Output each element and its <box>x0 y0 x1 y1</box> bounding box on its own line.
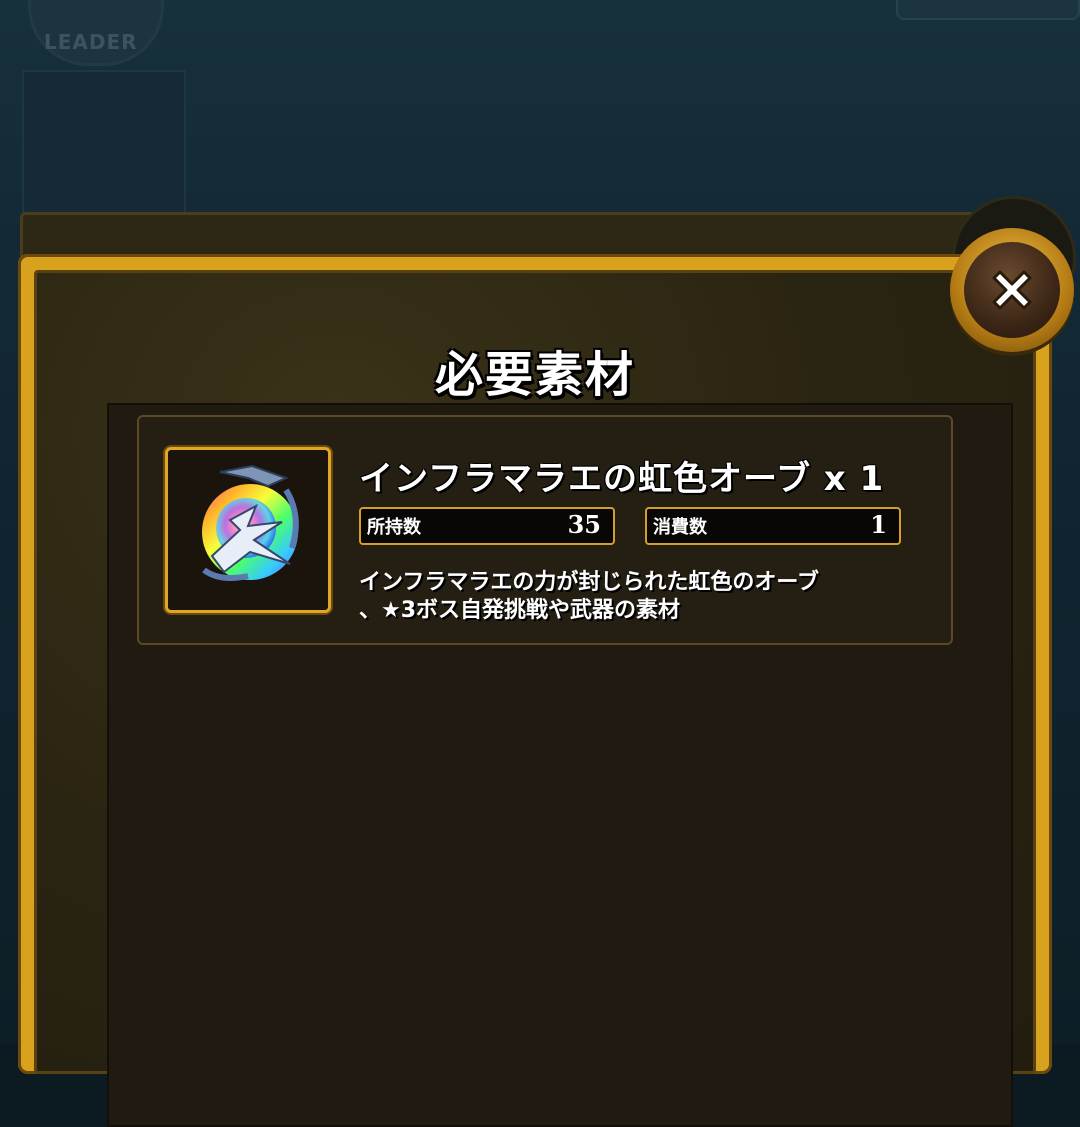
owned-count-label: 所持数 <box>367 517 421 538</box>
rainbow-orb-icon <box>202 464 299 581</box>
leader-badge-label: LEADER <box>44 30 138 54</box>
owned-count-box: 所持数 35 <box>359 507 615 545</box>
material-description-line1: インフラマラエの力が封じられた虹色のオーブ <box>359 570 820 595</box>
material-item-card[interactable]: インフラマラエの虹色オーブ x 1 所持数 35 消費数 1 インフラマラエの力… <box>137 415 953 645</box>
owned-count-value: 35 <box>567 510 601 539</box>
close-button-inner <box>964 242 1060 338</box>
modal-body: 必要素材 インフラマラエの虹色オーブ x 1 所持数 35 消費数 1 インフラ… <box>34 270 1036 1127</box>
close-icon <box>992 270 1032 310</box>
materials-list: インフラマラエの虹色オーブ x 1 所持数 35 消費数 1 インフラマラエの力… <box>107 403 1013 1127</box>
required-materials-modal: 必要素材 インフラマラエの虹色オーブ x 1 所持数 35 消費数 1 インフラ… <box>18 254 1052 1127</box>
material-description-line2: 、★3ボス自発挑戦や武器の素材 <box>359 598 681 623</box>
material-description: インフラマラエの力が封じられた虹色のオーブ 、★3ボス自発挑戦や武器の素材 <box>359 569 929 625</box>
modal-title: 必要素材 <box>434 347 635 403</box>
background-unit-slot <box>22 70 186 214</box>
consumed-count-value: 1 <box>870 510 887 539</box>
consumed-count-label: 消費数 <box>653 517 707 538</box>
consumed-count-box: 消費数 1 <box>645 507 901 545</box>
close-button[interactable] <box>950 228 1074 352</box>
material-name: インフラマラエの虹色オーブ x 1 <box>359 459 885 499</box>
background-topbar-button <box>896 0 1080 20</box>
material-icon-frame <box>165 447 331 613</box>
